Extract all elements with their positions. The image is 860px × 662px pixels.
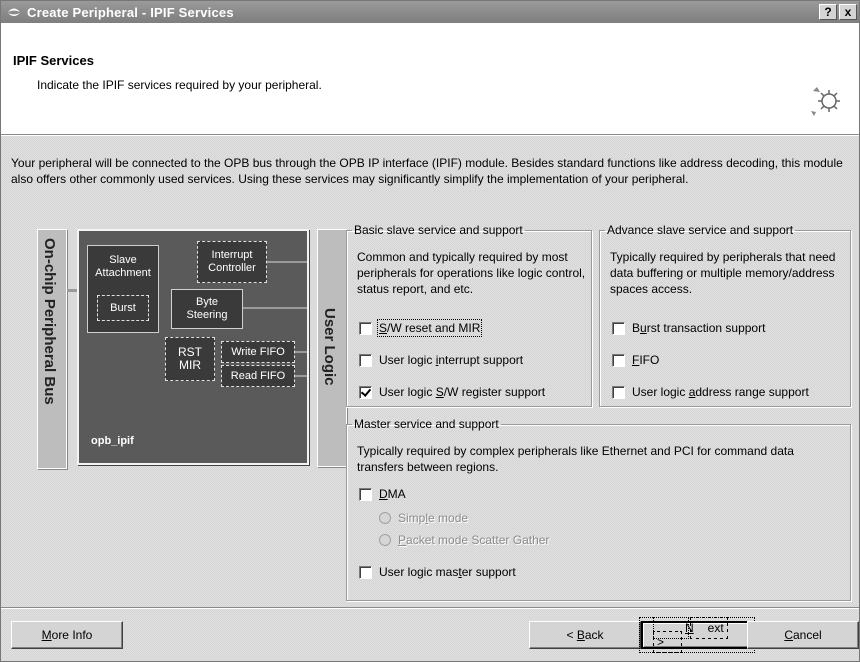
ipif-name-label: opb_ipif (91, 435, 134, 447)
byte-steering-label: Byte Steering (186, 296, 228, 321)
user-logic-master-checkbox[interactable]: User logic master support (359, 565, 516, 579)
title-bar[interactable]: Create Peripheral - IPIF Services ? x (1, 1, 859, 23)
read-fifo-block: Read FIFO (221, 365, 295, 387)
user-logic-interrupt-checkbox[interactable]: User logic interrupt support (359, 353, 523, 367)
rst-mir-label: RST MIR (178, 345, 202, 372)
simple-mode-radio[interactable]: Simple mode (379, 511, 468, 525)
checkbox-box[interactable] (612, 353, 625, 367)
simple-mode-label: Simple mode (398, 511, 469, 525)
ipif-diagram: On-chip Peripheral Bus Slave Attachment … (11, 225, 347, 475)
window-title: Create Peripheral - IPIF Services (27, 4, 234, 20)
wizard-header: IPIF Services Indicate the IPIF services… (1, 23, 859, 135)
footer-divider (1, 607, 859, 609)
checkbox-box[interactable] (612, 321, 625, 335)
page-subtitle: Indicate the IPIF services required by y… (37, 78, 322, 92)
user-logic-sw-register-checkbox[interactable]: User logic S/W register support (359, 385, 545, 399)
write-fifo-arrow (295, 351, 307, 353)
page-title: IPIF Services (13, 53, 94, 68)
packet-mode-radio[interactable]: Packet mode Scatter Gather (379, 533, 549, 547)
rst-mir-block: RST MIR (165, 337, 215, 381)
close-button[interactable]: x (839, 4, 857, 20)
sw-reset-mir-checkbox[interactable]: S/W reset and MIR (359, 319, 483, 337)
advance-slave-description: Typically required by peripherals that n… (610, 250, 836, 296)
more-info-button[interactable]: More Info (11, 621, 123, 649)
cancel-button[interactable]: Cancel (747, 621, 859, 649)
interrupt-controller-block: Interrupt Controller (197, 241, 267, 283)
wizard-gear-icon (811, 87, 840, 116)
read-fifo-label: Read FIFO (230, 369, 286, 382)
radio-circle[interactable] (379, 534, 391, 546)
intro-text: Your peripheral will be connected to the… (11, 156, 843, 186)
basic-slave-legend: Basic slave service and support (354, 223, 523, 237)
checkbox-box-checked[interactable] (359, 385, 372, 399)
burst-transaction-checkbox[interactable]: Burst transaction support (612, 321, 765, 335)
read-fifo-arrow (295, 375, 307, 377)
master-group: Master service and support Typically req… (346, 417, 851, 601)
advance-slave-group: Advance slave service and support Typica… (599, 223, 851, 407)
next-button[interactable]: Next > (639, 617, 755, 653)
dma-checkbox[interactable]: DMA (359, 487, 406, 501)
user-logic-master-label: User logic master support (379, 565, 516, 579)
fifo-checkbox[interactable]: FIFO (612, 353, 659, 367)
steering-arrow (243, 307, 307, 309)
master-description: Typically required by complex peripheral… (357, 444, 794, 474)
burst-block: Burst (97, 295, 149, 321)
help-button[interactable]: ? (819, 4, 837, 20)
checkbox-box[interactable] (359, 487, 372, 501)
radio-circle[interactable] (379, 512, 391, 524)
advance-slave-legend: Advance slave service and support (607, 223, 794, 237)
packet-mode-label: Packet mode Scatter Gather (398, 533, 550, 547)
back-button[interactable]: < Back (529, 621, 641, 649)
opb-bus-bar: On-chip Peripheral Bus (37, 229, 67, 469)
checkbox-box[interactable] (359, 321, 372, 335)
user-logic-address-range-checkbox[interactable]: User logic address range support (612, 385, 809, 399)
dma-label: DMA (379, 487, 406, 501)
basic-slave-group: Basic slave service and support Common a… (346, 223, 592, 407)
checkbox-box[interactable] (359, 565, 372, 579)
fifo-label: FIFO (632, 353, 660, 367)
opb-bus-label: On-chip Peripheral Bus (41, 238, 58, 405)
interrupt-arrow (267, 261, 307, 263)
master-legend: Master service and support (354, 417, 499, 431)
write-fifo-label: Write FIFO (231, 345, 285, 358)
checkbox-box[interactable] (612, 385, 625, 399)
checkbox-box[interactable] (359, 353, 372, 367)
interrupt-controller-label: Interrupt Controller (208, 249, 256, 274)
write-fifo-block: Write FIFO (221, 341, 295, 363)
byte-steering-block: Byte Steering (171, 289, 243, 329)
ipif-module-box: Slave Attachment Burst Interrupt Control… (77, 229, 309, 465)
user-logic-sw-register-label: User logic S/W register support (379, 385, 546, 399)
basic-slave-description: Common and typically required by most pe… (357, 250, 586, 296)
slave-attachment-label: Slave Attachment (95, 254, 151, 279)
dialog-window: Create Peripheral - IPIF Services ? x IP… (0, 0, 860, 662)
xilinx-app-icon (6, 4, 22, 20)
user-logic-bar: User Logic (317, 229, 347, 467)
burst-label: Burst (110, 301, 136, 314)
user-logic-interrupt-label: User logic interrupt support (379, 353, 524, 367)
user-logic-label: User Logic (321, 308, 338, 386)
burst-transaction-label: Burst transaction support (632, 321, 766, 335)
sw-reset-mir-label: S/W reset and MIR (376, 319, 483, 337)
user-logic-address-range-label: User logic address range support (632, 385, 809, 399)
